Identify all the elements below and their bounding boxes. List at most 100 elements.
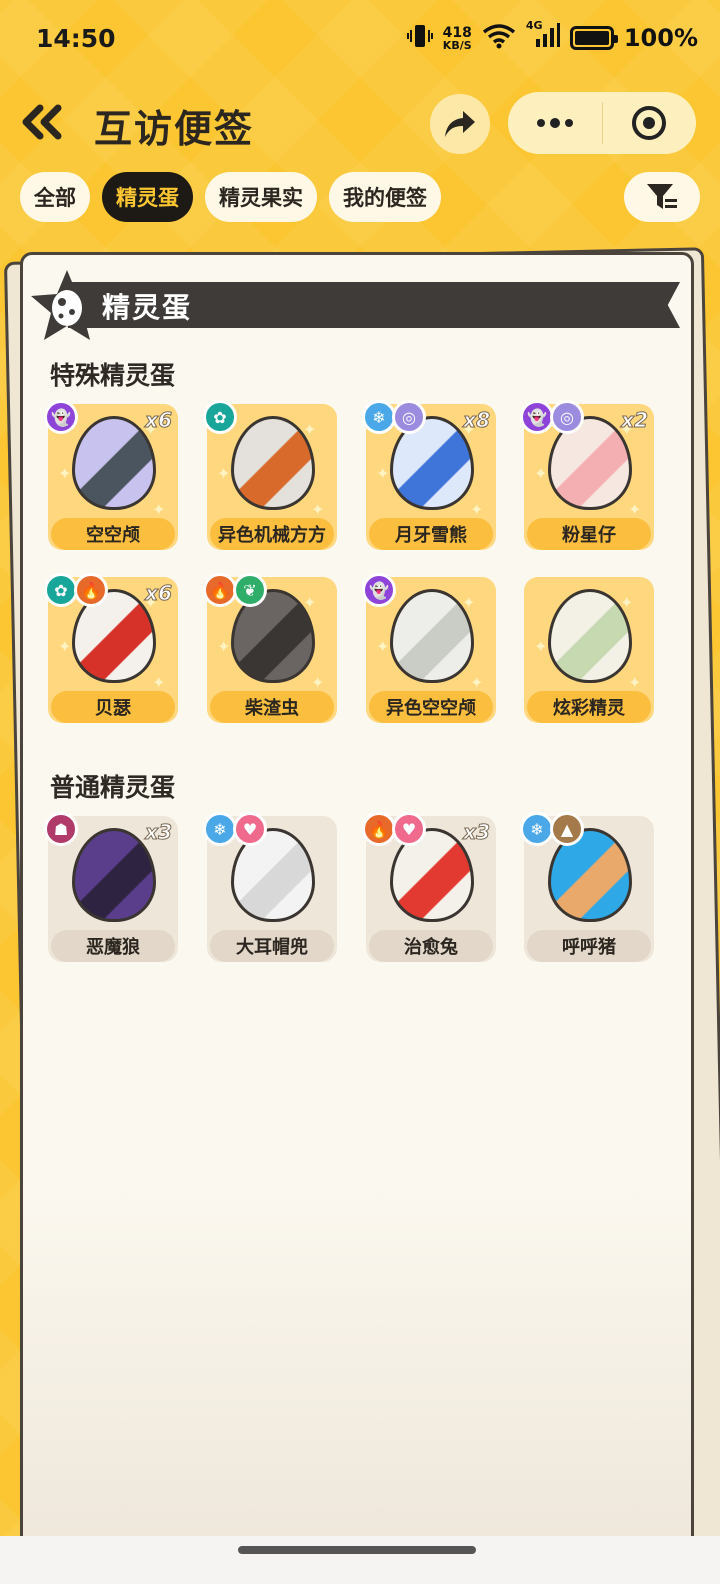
- element-badges: ❄ ◎: [362, 400, 426, 434]
- group-title-normal: 普通精灵蛋: [50, 773, 176, 802]
- target-circle-icon: [632, 106, 667, 140]
- snowflake-icon: ❄: [520, 812, 554, 846]
- spiral-icon: ◎: [392, 400, 426, 434]
- egg-card[interactable]: ✦ ✦ ✦ x6 ✿ 🔥 贝瑟: [44, 573, 178, 723]
- egg-name: 恶魔狼: [51, 930, 175, 962]
- bottom-safe-area: [0, 1536, 720, 1584]
- element-badges: ✿ 🔥: [44, 573, 108, 607]
- egg-card[interactable]: ✦ ✦ ✦ 🔥 ❦ 柴渣虫: [203, 573, 337, 723]
- ghost-icon: 👻: [362, 573, 396, 607]
- egg-card[interactable]: ✦ ✦ ✦ x8 ❄ ◎ 月牙雪熊: [362, 400, 496, 550]
- leaf-icon: ❦: [233, 573, 267, 607]
- sparkle-icon: ✦: [376, 637, 390, 656]
- egg-card[interactable]: ❄ ♥ 大耳帽兜: [203, 812, 337, 962]
- snowflake-icon: ❄: [203, 812, 237, 846]
- fire-icon: 🔥: [362, 812, 396, 846]
- heart-icon: ♥: [233, 812, 267, 846]
- element-badges: ❄ ♥: [203, 812, 267, 846]
- egg-card[interactable]: ✦ ✦ ✦ 炫彩精灵: [524, 577, 654, 723]
- sparkle-icon: ✦: [628, 673, 642, 692]
- egg-card[interactable]: ✦ ✦ ✦ 👻 异色空空颅: [362, 573, 496, 723]
- egg-card[interactable]: x3 ☗ 恶魔狼: [44, 812, 178, 962]
- section-banner: 精灵蛋: [28, 268, 684, 340]
- section-title: 精灵蛋: [102, 291, 193, 324]
- sparkle-icon: ✦: [311, 673, 325, 692]
- more-button[interactable]: [508, 92, 602, 154]
- sparkle-icon: ✦: [470, 673, 484, 692]
- double-chevron-left-icon: [22, 104, 62, 140]
- sparkle-icon: ✦: [152, 500, 166, 519]
- egg-name: 贝瑟: [51, 691, 175, 723]
- egg-name: 异色机械方方: [210, 518, 334, 550]
- egg-card[interactable]: ✦ ✦ ✦ x2 👻 ◎ 粉星仔: [520, 400, 654, 550]
- egg-name: 空空颅: [51, 518, 175, 550]
- vibrate-icon: [406, 22, 433, 54]
- egg-name: 治愈兔: [369, 930, 493, 962]
- egg-count: x3: [463, 820, 491, 845]
- element-badges: 👻 ◎: [520, 400, 584, 434]
- tab-all[interactable]: 全部: [20, 172, 90, 222]
- gear-icon: ✿: [44, 573, 78, 607]
- tab-fruits[interactable]: 精灵果实: [205, 172, 317, 222]
- egg-count: x8: [463, 408, 491, 433]
- egg-star-icon: [31, 270, 103, 340]
- page-title: 互访便签: [94, 107, 255, 151]
- group-title-special: 特殊精灵蛋: [50, 361, 176, 390]
- sparkle-icon: ✦: [58, 464, 72, 483]
- tab-my-notes[interactable]: 我的便签: [329, 172, 441, 222]
- egg-count: x6: [145, 408, 173, 433]
- sparkle-icon: ✦: [217, 637, 231, 656]
- status-bar: 14:50 418 KB/S 4G 100%: [0, 0, 720, 80]
- fire-icon: 🔥: [203, 573, 237, 607]
- filter-funnel-icon: [647, 184, 677, 209]
- element-badges: ✿: [203, 400, 237, 434]
- spiral-icon: ◎: [550, 400, 584, 434]
- network-speed-value: 418: [442, 24, 472, 41]
- sparkle-icon: ✦: [58, 637, 72, 656]
- gear-icon: ✿: [203, 400, 237, 434]
- close-mini-program-button[interactable]: [603, 92, 697, 154]
- sparkle-icon: ✦: [628, 500, 642, 519]
- filter-button[interactable]: [624, 172, 700, 222]
- back-button[interactable]: [20, 102, 68, 142]
- share-arrow-icon: [445, 111, 475, 137]
- element-badges: 🔥 ♥: [362, 812, 426, 846]
- mini-program-capsule: [508, 92, 696, 154]
- sparkle-icon: ✦: [217, 464, 231, 483]
- battery-percent: 100%: [623, 24, 698, 52]
- element-badges: ☗: [44, 812, 78, 846]
- egg-name: 呼呼猪: [527, 930, 651, 962]
- status-icons: 418 KB/S 4G 100%: [406, 19, 698, 54]
- share-button[interactable]: [430, 94, 490, 154]
- egg-card[interactable]: x3 🔥 ♥ 治愈兔: [362, 812, 496, 962]
- home-indicator: [238, 1546, 476, 1554]
- ghost-icon: 👻: [44, 400, 78, 434]
- tab-eggs[interactable]: 精灵蛋: [102, 172, 193, 222]
- egg-name: 粉星仔: [527, 518, 651, 550]
- battery-icon: [569, 26, 618, 50]
- element-badges: ❄ ▲: [520, 812, 584, 846]
- network-speed: 418 KB/S: [443, 26, 472, 51]
- mountain-icon: ▲: [550, 812, 584, 846]
- sparkle-icon: ✦: [470, 500, 484, 519]
- sparkle-icon: ✦: [376, 464, 390, 483]
- egg-name: 异色空空颅: [369, 691, 493, 723]
- wifi-icon: [482, 23, 516, 53]
- network-type: 4G: [525, 19, 543, 32]
- status-time: 14:50: [36, 24, 116, 53]
- category-tabs: 全部 精灵蛋 精灵果实 我的便签: [20, 172, 441, 222]
- sparkle-icon: ✦: [534, 637, 548, 656]
- egg-card[interactable]: ✦ ✦ ✦ ✿ 异色机械方方: [203, 400, 337, 550]
- egg-name: 大耳帽兜: [210, 930, 334, 962]
- demon-icon: ☗: [44, 812, 78, 846]
- egg-card[interactable]: ❄ ▲ 呼呼猪: [520, 812, 654, 962]
- element-badges: 🔥 ❦: [203, 573, 267, 607]
- sparkle-icon: ✦: [152, 673, 166, 692]
- egg-count: x6: [145, 581, 173, 606]
- egg-name: 炫彩精灵: [527, 691, 651, 723]
- egg-name: 月牙雪熊: [369, 518, 493, 550]
- snowflake-icon: ❄: [362, 400, 396, 434]
- egg-card[interactable]: ✦ ✦ ✦ x6 👻 空空颅: [44, 400, 178, 550]
- element-badges: 👻: [362, 573, 396, 607]
- sparkle-icon: ✦: [311, 500, 325, 519]
